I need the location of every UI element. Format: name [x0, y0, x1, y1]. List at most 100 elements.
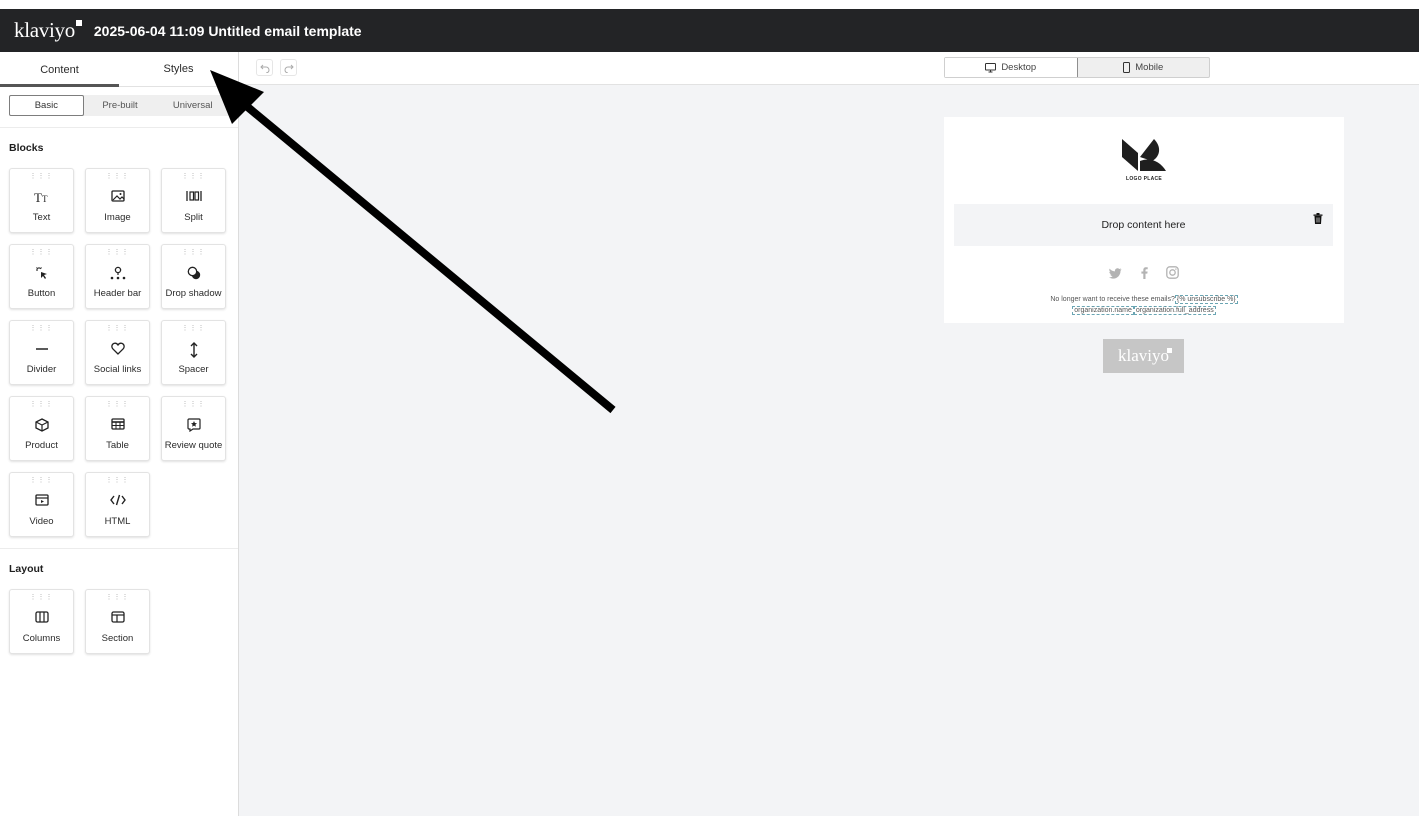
facebook-icon[interactable] — [1140, 266, 1148, 284]
mobile-label: Mobile — [1135, 62, 1164, 73]
block-label: Split — [184, 212, 203, 223]
block-divider[interactable]: ⋮⋮⋮ Divider — [9, 320, 74, 385]
block-label: Section — [101, 633, 134, 644]
left-sidebar: Content Styles Basic Pre-built Universal… — [0, 52, 239, 816]
divider — [0, 127, 238, 128]
segment-basic[interactable]: Basic — [9, 95, 84, 116]
desktop-label: Desktop — [1001, 62, 1037, 73]
block-button[interactable]: ⋮⋮⋮ Button — [9, 244, 74, 309]
footer-text: No longer want to receive these emails? — [1050, 296, 1175, 303]
footer-unsubscribe-line: No longer want to receive these emails?{… — [944, 295, 1344, 304]
drag-handle-icon: ⋮⋮⋮ — [29, 249, 54, 256]
blocks-grid: ⋮⋮⋮ T T Text ⋮⋮⋮ Image ⋮⋮⋮ Split ⋮⋮⋮ Button ⋮⋮… — [9, 168, 238, 537]
divider — [0, 548, 238, 549]
block-review-quote[interactable]: ⋮⋮⋮ Review quote — [161, 396, 226, 461]
brand-logo-block[interactable]: LOGO PLACE — [1122, 139, 1166, 182]
undo-button[interactable] — [256, 59, 273, 76]
code-icon — [86, 494, 149, 506]
social-links-row — [1109, 266, 1179, 284]
block-social-links[interactable]: ⋮⋮⋮ Social links — [85, 320, 150, 385]
block-spacer[interactable]: ⋮⋮⋮ Spacer — [161, 320, 226, 385]
klaviyo-logo[interactable]: klaviyo — [14, 18, 82, 43]
block-section[interactable]: ⋮⋮⋮ Section — [85, 589, 150, 654]
block-label: Header bar — [93, 288, 142, 299]
drop-zone-label: Drop content here — [1101, 219, 1186, 231]
drag-handle-icon: ⋮⋮⋮ — [29, 173, 54, 180]
undo-icon — [259, 64, 269, 73]
block-columns[interactable]: ⋮⋮⋮ Columns — [9, 589, 74, 654]
block-category-selector: Basic Pre-built Universal — [9, 95, 229, 116]
desktop-view-button[interactable]: Desktop — [945, 58, 1078, 77]
device-view-toggle: Desktop Mobile — [944, 57, 1210, 78]
block-label: Button — [27, 288, 56, 299]
block-label: Review quote — [164, 440, 223, 451]
table-icon — [86, 418, 149, 430]
image-icon — [86, 190, 149, 202]
block-video[interactable]: ⋮⋮⋮ Video — [9, 472, 74, 537]
organization-address-tag[interactable]: organization.full_address — [1133, 306, 1216, 315]
tab-content[interactable]: Content — [0, 52, 119, 87]
svg-text:T: T — [34, 190, 42, 204]
phone-icon — [1123, 62, 1131, 73]
logo-flag-icon — [75, 20, 82, 26]
layout-grid: ⋮⋮⋮ Columns ⋮⋮⋮ Section — [9, 589, 238, 654]
klaviyo-badge-text: klaviyo — [1118, 346, 1169, 365]
block-product[interactable]: ⋮⋮⋮ Product — [9, 396, 74, 461]
block-html[interactable]: ⋮⋮⋮ HTML — [85, 472, 150, 537]
block-table[interactable]: ⋮⋮⋮ Table — [85, 396, 150, 461]
klaviyo-badge: klaviyo — [1103, 339, 1184, 373]
cursor-click-icon — [10, 266, 73, 280]
heart-icon — [86, 342, 149, 355]
trash-icon[interactable] — [1313, 213, 1323, 227]
drag-handle-icon: ⋮⋮⋮ — [105, 594, 130, 601]
mobile-view-button[interactable]: Mobile — [1078, 58, 1210, 77]
app-header: klaviyo 2025-06-04 11:09 Untitled email … — [0, 9, 1419, 52]
block-header-bar[interactable]: ⋮⋮⋮ Header bar — [85, 244, 150, 309]
block-label: Social links — [93, 364, 142, 375]
template-title[interactable]: 2025-06-04 11:09 Untitled email template — [94, 23, 362, 39]
box-icon — [10, 418, 73, 432]
block-split[interactable]: ⋮⋮⋮ Split — [161, 168, 226, 233]
drop-shadow-icon — [162, 266, 225, 280]
redo-button[interactable] — [280, 59, 297, 76]
header-bar-icon — [86, 266, 149, 280]
spacer-icon — [162, 342, 225, 358]
block-label: Columns — [22, 633, 61, 644]
leaf-logo-icon — [1122, 139, 1166, 171]
twitter-icon[interactable] — [1109, 266, 1122, 284]
drag-handle-icon: ⋮⋮⋮ — [29, 325, 54, 332]
split-icon — [162, 190, 225, 202]
unsubscribe-tag[interactable]: {% unsubscribe %} — [1174, 295, 1238, 304]
tab-styles[interactable]: Styles — [119, 52, 238, 86]
organization-name-tag[interactable]: organization.name — [1072, 306, 1134, 315]
columns-icon — [10, 611, 73, 623]
drag-handle-icon: ⋮⋮⋮ — [181, 325, 206, 332]
drag-handle-icon: ⋮⋮⋮ — [105, 325, 130, 332]
segment-pre-built[interactable]: Pre-built — [84, 95, 157, 116]
block-label: Video — [29, 516, 54, 527]
segment-universal[interactable]: Universal — [156, 95, 229, 116]
drop-zone[interactable]: Drop content here — [954, 204, 1333, 246]
svg-text:T: T — [42, 194, 48, 204]
drag-handle-icon: ⋮⋮⋮ — [105, 401, 130, 408]
block-label: Drop shadow — [165, 288, 222, 299]
text-icon: TT — [10, 190, 73, 204]
logo-caption: LOGO PLACE — [1125, 176, 1163, 182]
drag-handle-icon: ⋮⋮⋮ — [105, 249, 130, 256]
block-label: Text — [32, 212, 51, 223]
window-top-strip — [0, 0, 1419, 9]
layout-heading: Layout — [9, 563, 44, 575]
editor-toolbar: Desktop Mobile — [239, 52, 1419, 85]
block-text[interactable]: ⋮⋮⋮ T T Text — [9, 168, 74, 233]
block-label: Spacer — [178, 364, 209, 375]
divider-icon — [10, 342, 73, 356]
video-icon — [10, 494, 73, 506]
review-star-icon — [162, 418, 225, 432]
instagram-icon[interactable] — [1166, 266, 1179, 284]
block-drop-shadow[interactable]: ⋮⋮⋮ Drop shadow — [161, 244, 226, 309]
drag-handle-icon: ⋮⋮⋮ — [105, 477, 130, 484]
block-label: Image — [104, 212, 131, 223]
footer-org-line: organization.name organization.full_addre… — [944, 306, 1344, 315]
block-label: Table — [106, 440, 129, 451]
block-image[interactable]: ⋮⋮⋮ Image — [85, 168, 150, 233]
